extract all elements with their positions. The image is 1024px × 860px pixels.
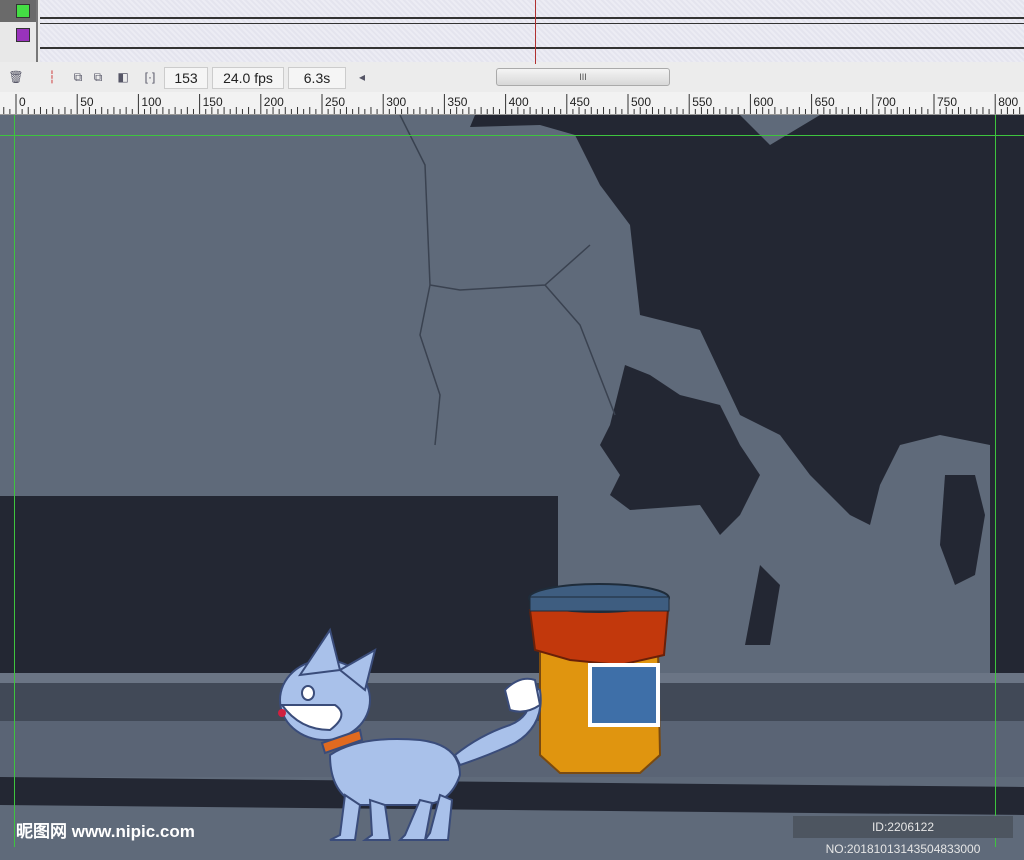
fps-field[interactable]: 24.0 fps [212,67,284,89]
timeline-panel: 🗑 ┆ ⧉ ⧉ ◧ [·] 153 24.0 fps 6.3s ◂ III [0,0,1024,92]
ruler-label: 300 [386,95,407,109]
ruler-label: 150 [202,95,223,109]
ruler-label: 500 [631,95,652,109]
elapsed-time-field: 6.3s [288,67,346,89]
layer-divider [40,47,1024,49]
timeline-toolbar: 🗑 ┆ ⧉ ⧉ ◧ [·] 153 24.0 fps 6.3s ◂ III [0,64,1024,92]
ruler-label: 800 [998,95,1019,109]
ruler-label: 200 [263,95,284,109]
watermark-id: ID:2206122 NO:20181013143504833000 [793,816,1013,856]
layer-row[interactable] [0,0,36,22]
layer-color-swatch[interactable] [16,4,30,18]
ruler-label: 550 [692,95,713,109]
trash-icon[interactable]: 🗑 [8,69,24,85]
ruler-label: 600 [753,95,774,109]
onion-outline-icon[interactable]: ⧉ [90,69,106,85]
honey-jar [528,583,670,774]
scroll-left-arrow[interactable]: ◂ [354,69,370,85]
layer-list [0,0,38,62]
watermark-site: 昵图网 www.nipic.com [16,822,195,841]
layer-row[interactable] [0,24,36,46]
ruler-label: 350 [447,95,468,109]
horizontal-ruler: 0 50 100 150 200 250 300 350 400 450 500 550 600 650 7… [0,92,1024,115]
layer-color-swatch[interactable] [16,28,30,42]
guide-line[interactable] [995,115,996,847]
stage-canvas[interactable] [0,115,1024,847]
ruler-label: 100 [141,95,162,109]
center-frame-icon[interactable]: ┆ [44,69,60,85]
ruler-label: 250 [325,95,346,109]
frames-area[interactable] [40,0,1024,62]
ruler-label: 750 [937,95,958,109]
shelf-edge [0,673,1024,683]
ruler-label: 700 [875,95,896,109]
current-frame-field[interactable]: 153 [164,67,208,89]
ruler-label: 650 [814,95,835,109]
layer-divider [40,17,1024,19]
guide-line[interactable] [14,115,15,847]
ruler-label: 0 [19,95,26,109]
ruler-label: 50 [80,95,94,109]
edit-multiple-frames-icon[interactable]: ◧ [115,69,131,85]
ruler-label: 450 [569,95,590,109]
ruler-label: 400 [508,95,529,109]
modify-markers-icon[interactable]: [·] [142,69,158,85]
guide-line[interactable] [0,135,1024,136]
dark-counter [0,496,558,676]
layer-divider [40,23,1024,24]
onion-skin-icon[interactable]: ⧉ [70,69,86,85]
horizontal-scrollbar-thumb[interactable]: III [496,68,670,86]
playhead[interactable] [535,0,536,66]
